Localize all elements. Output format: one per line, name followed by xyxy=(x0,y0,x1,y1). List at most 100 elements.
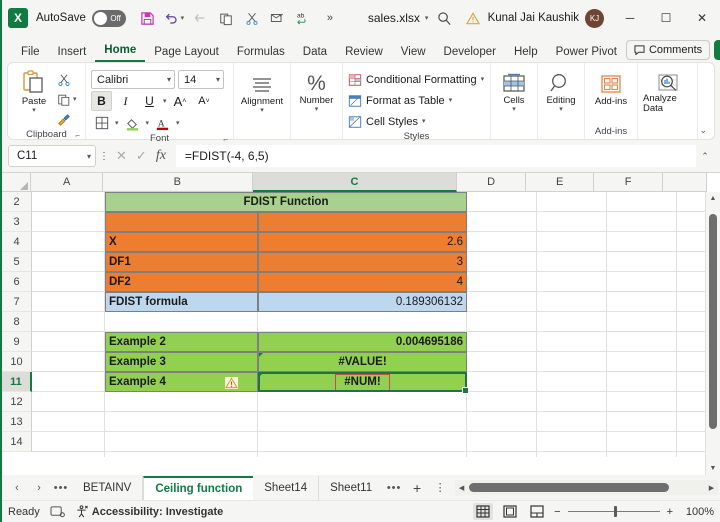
tab-developer[interactable]: Developer xyxy=(435,44,505,62)
zoom-level-label[interactable]: 100% xyxy=(680,506,714,518)
cell-styles-button[interactable]: Cell Styles ▾ xyxy=(348,112,425,131)
cell-C4[interactable]: 2.6 xyxy=(258,232,467,252)
cell-B9[interactable]: Example 2 xyxy=(105,332,258,352)
zoom-slider-knob[interactable] xyxy=(613,506,618,517)
previous-sheet-button[interactable]: ‹ xyxy=(6,482,28,494)
cell-C3[interactable] xyxy=(258,212,467,232)
close-button[interactable]: ✕ xyxy=(684,1,720,35)
column-header-g[interactable] xyxy=(662,173,708,192)
cell-B4[interactable]: X xyxy=(105,232,258,252)
cell-C5[interactable]: 3 xyxy=(258,252,467,272)
number-chevron-icon[interactable]: ▾ xyxy=(315,106,319,113)
sheet-overflow-right-icon[interactable]: ••• xyxy=(383,482,405,494)
cell-C9[interactable]: 0.004695186 xyxy=(258,332,467,352)
cells-chevron-icon[interactable]: ▾ xyxy=(512,106,516,113)
format-as-table-button[interactable]: Format as Table ▾ xyxy=(348,91,452,110)
cut-button[interactable] xyxy=(55,70,79,89)
font-size-select[interactable]: 14 ▾ xyxy=(178,70,224,89)
scroll-left-icon[interactable]: ◀ xyxy=(455,484,468,492)
tab-page-layout[interactable]: Page Layout xyxy=(145,44,228,62)
increase-font-size-button[interactable]: A ˄ xyxy=(170,91,191,111)
cell-B3[interactable] xyxy=(105,212,258,232)
minimize-button[interactable]: ─ xyxy=(612,1,648,35)
tab-help[interactable]: Help xyxy=(505,44,547,62)
number-format-button[interactable]: % Number ▾ xyxy=(296,70,337,113)
cell-B10[interactable]: Example 3 xyxy=(105,352,258,372)
cancel-formula-icon[interactable]: ✕ xyxy=(116,148,127,164)
row-header-12[interactable]: 12 xyxy=(2,392,32,412)
copy-chevron-icon[interactable]: ▾ xyxy=(73,96,77,103)
tab-power-pivot[interactable]: Power Pivot xyxy=(547,44,626,62)
tab-data[interactable]: Data xyxy=(294,44,336,62)
page-layout-view-button[interactable] xyxy=(500,503,520,520)
column-header-d[interactable]: D xyxy=(457,173,526,192)
row-header-13[interactable]: 13 xyxy=(2,412,32,432)
tab-review[interactable]: Review xyxy=(336,44,392,62)
row-header-9[interactable]: 9 xyxy=(2,332,32,352)
sheet-kebab-icon[interactable]: ⋮ xyxy=(429,481,451,494)
cell-styles-chevron-icon[interactable]: ▾ xyxy=(422,118,426,125)
font-color-chevron-icon[interactable]: ▾ xyxy=(176,120,180,127)
font-name-select[interactable]: Calibri ▾ xyxy=(91,70,175,89)
zoom-out-button[interactable]: − xyxy=(554,506,560,518)
formula-input[interactable]: =FDIST(-4, 6,5) xyxy=(175,145,696,167)
format-as-table-chevron-icon[interactable]: ▾ xyxy=(449,97,453,104)
formula-bar-expand-icon[interactable]: ⌃ xyxy=(696,151,714,162)
document-name[interactable]: sales.xlsx ▾ xyxy=(368,11,429,25)
editing-button[interactable]: Editing ▾ xyxy=(543,70,579,113)
borders-button[interactable] xyxy=(91,113,112,133)
fill-color-chevron-icon[interactable]: ▾ xyxy=(146,120,150,127)
font-color-button[interactable]: A xyxy=(152,113,173,133)
sheet-tab-sheet14[interactable]: Sheet14 xyxy=(253,475,320,500)
row-header-14[interactable]: 14 xyxy=(2,432,32,452)
column-header-b[interactable]: B xyxy=(102,173,253,192)
scroll-right-icon[interactable]: ▶ xyxy=(705,484,718,492)
cell-B11[interactable]: Example 4 xyxy=(105,372,258,392)
cell-B5[interactable]: DF1 xyxy=(105,252,258,272)
copy-button[interactable]: ▾ xyxy=(55,90,79,109)
cell-C6[interactable]: 4 xyxy=(258,272,467,292)
vertical-scrollbar[interactable]: ▲ ▼ xyxy=(705,192,720,475)
row-header-10[interactable]: 10 xyxy=(2,352,32,372)
name-box[interactable]: C11 ▾ xyxy=(8,145,96,167)
chevron-down-icon[interactable]: ▾ xyxy=(425,15,429,22)
column-header-e[interactable]: E xyxy=(525,173,595,192)
row-header-7[interactable]: 7 xyxy=(2,292,32,312)
conditional-formatting-button[interactable]: Conditional Formatting ▾ xyxy=(348,70,484,89)
comments-button[interactable]: Comments xyxy=(625,40,711,60)
cell-B7[interactable]: FDIST formula xyxy=(105,292,258,312)
add-sheet-button[interactable]: + xyxy=(405,480,429,496)
page-break-view-button[interactable] xyxy=(527,503,547,520)
maximize-button[interactable]: ☐ xyxy=(648,1,684,35)
tab-view[interactable]: View xyxy=(392,44,435,62)
cells-button[interactable]: Cells ▾ xyxy=(496,70,532,113)
email-icon[interactable] xyxy=(266,6,290,30)
tab-formulas[interactable]: Formulas xyxy=(228,44,294,62)
tab-file[interactable]: File xyxy=(12,44,49,62)
row-header-4[interactable]: 4 xyxy=(2,232,32,252)
tab-home[interactable]: Home xyxy=(95,42,146,62)
row-header-5[interactable]: 5 xyxy=(2,252,32,272)
horizontal-scrollbar-thumb[interactable] xyxy=(469,483,670,492)
cell-warning-icon[interactable] xyxy=(225,377,238,389)
column-header-c[interactable]: C xyxy=(252,173,458,192)
cell-B2[interactable]: FDIST Function xyxy=(105,192,467,212)
horizontal-scrollbar[interactable]: ◀ ▶ xyxy=(455,480,718,495)
cell-B6[interactable]: DF2 xyxy=(105,272,258,292)
insert-function-icon[interactable]: fx xyxy=(156,148,166,164)
paste-button[interactable]: Paste ▾ xyxy=(13,66,55,114)
sheet-tab-betainv[interactable]: BETAINV xyxy=(72,475,144,500)
analyze-data-button[interactable]: Analyze Data xyxy=(643,70,692,114)
ribbon-collapse-icon[interactable]: ⌄ xyxy=(699,125,707,136)
row-header-11[interactable]: 11 xyxy=(2,372,32,392)
avatar[interactable]: KJ xyxy=(585,8,604,28)
next-sheet-button[interactable]: › xyxy=(28,482,50,494)
scroll-up-icon[interactable]: ▲ xyxy=(706,192,720,205)
sheet-tab-sheet11[interactable]: Sheet11 xyxy=(319,476,383,500)
cell-C11[interactable]: #NUM! xyxy=(258,372,467,392)
enter-formula-icon[interactable]: ✓ xyxy=(136,148,147,164)
record-macro-icon[interactable] xyxy=(50,505,65,518)
sheet-tab-ceiling-function[interactable]: Ceiling function xyxy=(143,475,254,500)
italic-button[interactable]: I xyxy=(115,91,136,111)
scroll-down-icon[interactable]: ▼ xyxy=(706,462,720,475)
